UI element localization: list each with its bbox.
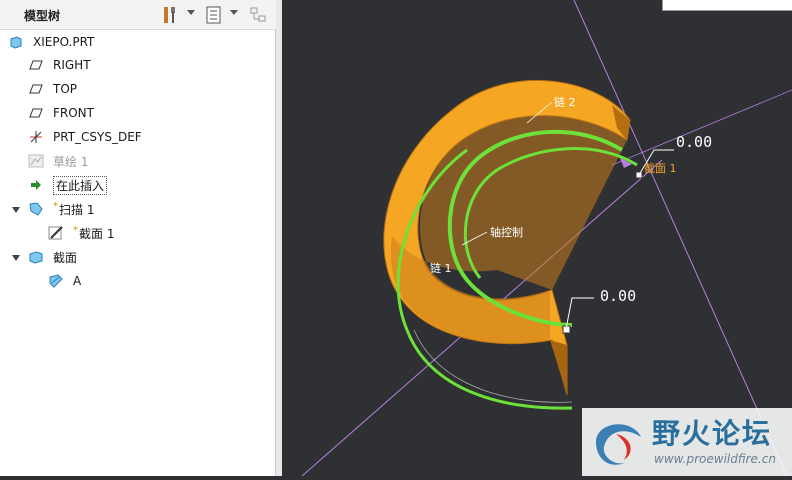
- chain-annotation: 链 1: [430, 261, 452, 275]
- datum-axis-line: [611, 89, 792, 166]
- axis-control-annotation: 轴控制: [490, 225, 523, 239]
- modified-marker: *: [73, 224, 78, 236]
- tree-filter-icon[interactable]: [248, 5, 268, 25]
- datum-plane-icon: [28, 57, 44, 73]
- tree-item-label: 截面 1: [79, 226, 115, 241]
- datum-plane-icon: [28, 81, 44, 97]
- csys-icon: [28, 129, 44, 145]
- part-icon: [8, 34, 24, 50]
- tree-item-section-1[interactable]: * 截面 1: [48, 222, 114, 244]
- sketch-icon: [28, 153, 44, 169]
- insert-here-arrow-icon: [28, 177, 44, 193]
- section-annotation: 截面 1: [644, 161, 677, 175]
- tree-item-label: XIEPO.PRT: [33, 35, 95, 49]
- tree-item-label: 在此插入: [53, 175, 108, 195]
- graphics-viewport[interactable]: 0.00 0.00 链 2 截面 1 轴控制 链 1: [282, 0, 792, 477]
- section-sketch-icon: [48, 225, 64, 241]
- section-group-icon: [28, 249, 44, 265]
- tree-item-sweep[interactable]: * 扫描 1: [28, 198, 94, 220]
- datum-plane-icon: [28, 105, 44, 121]
- tree-item-label: 草绘 1: [53, 154, 89, 169]
- show-menu-icon[interactable]: [204, 5, 224, 25]
- sweep-end-face: [550, 340, 567, 395]
- watermark-logo-icon: [596, 424, 641, 465]
- tree-item-label: RIGHT: [53, 58, 91, 72]
- tree-item-right-plane[interactable]: RIGHT: [28, 54, 91, 76]
- tree-item-label: TOP: [53, 82, 78, 96]
- chain-annotation: 链 2: [554, 95, 576, 109]
- tree-item-label: PRT_CSYS_DEF: [53, 130, 142, 144]
- tree-item-section-a[interactable]: A: [48, 270, 81, 292]
- tree-item-label: A: [73, 274, 82, 288]
- model-tree-title: 模型树: [24, 9, 61, 23]
- model-tree-header: 模型树: [0, 0, 276, 30]
- tree-item-sketch[interactable]: 草绘 1: [28, 150, 88, 172]
- tree-item-sections-group[interactable]: 截面: [28, 246, 77, 268]
- tree-item-front-plane[interactable]: FRONT: [28, 102, 94, 124]
- tree-item-label: 扫描 1: [59, 202, 95, 217]
- tree-item-label: 截面: [53, 250, 78, 265]
- watermark-title: 野火论坛: [652, 417, 773, 450]
- show-dropdown-icon[interactable]: [230, 10, 238, 15]
- expand-toggle-icon[interactable]: [12, 207, 20, 213]
- tree-item-top-plane[interactable]: TOP: [28, 78, 77, 100]
- tools-dropdown-icon[interactable]: [187, 10, 195, 15]
- model-canvas[interactable]: 0.00 0.00 链 2 截面 1 轴控制 链 1: [282, 0, 792, 477]
- forum-watermark: 野火论坛 www.proewildfire.cn: [582, 408, 792, 476]
- expand-toggle-icon[interactable]: [12, 255, 20, 261]
- tree-item-label: FRONT: [53, 106, 94, 120]
- tree-item-insert-here[interactable]: 在此插入: [28, 174, 108, 196]
- tree-item-csys[interactable]: PRT_CSYS_DEF: [28, 126, 142, 148]
- model-tree-panel: 模型树 XIEPO.PRT RIGHT TOP FRONT PRT_CSYS_D…: [0, 0, 276, 476]
- datum-axis-line: [573, 0, 788, 477]
- sweep-feature-icon: [28, 201, 44, 217]
- tools-icon[interactable]: [160, 5, 180, 25]
- modified-marker: *: [53, 200, 58, 212]
- dimension-value: 0.00: [676, 133, 712, 151]
- section-item-icon: [48, 273, 64, 289]
- tree-item-part[interactable]: XIEPO.PRT: [8, 31, 94, 53]
- watermark-url: www.proewildfire.cn: [654, 452, 776, 466]
- dimension-value: 0.00: [600, 287, 636, 305]
- top-info-box: [662, 0, 792, 11]
